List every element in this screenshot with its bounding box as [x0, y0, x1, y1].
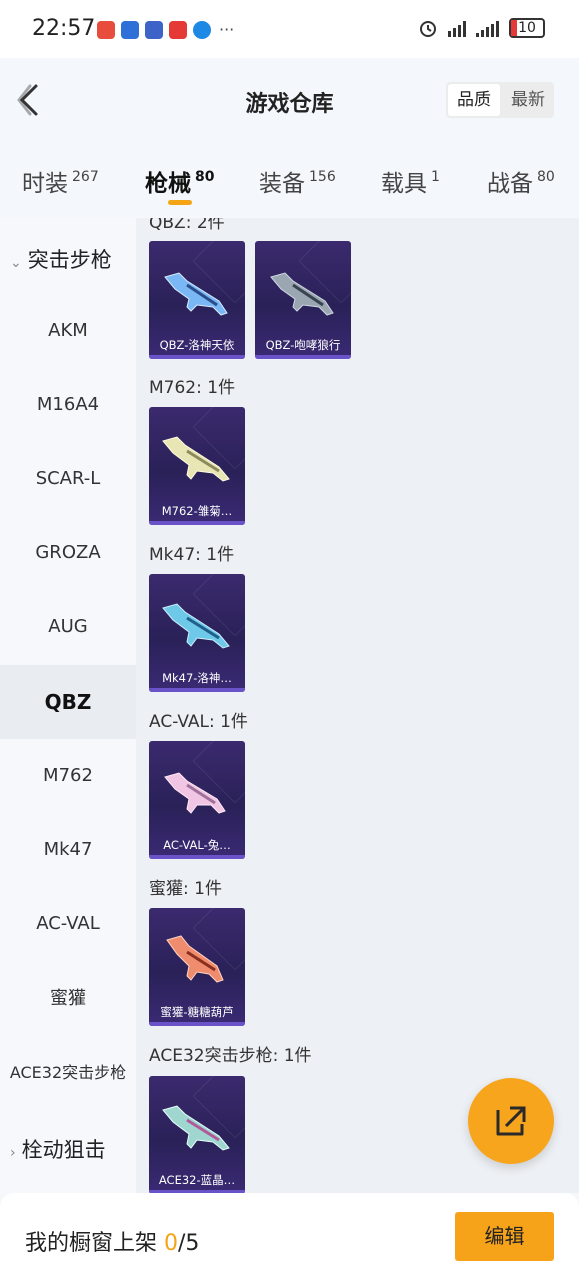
active-tab-indicator [168, 200, 192, 205]
sidebar-item-m762[interactable]: M762 [0, 739, 136, 813]
chevron-down-icon: ⌄ [10, 255, 22, 271]
showcase-status: 我的橱窗上架 0/5 [25, 1231, 200, 1256]
notification-app-icon [145, 20, 163, 39]
tab-count: 80 [195, 169, 215, 185]
section-title: M762: 1件 [149, 378, 236, 398]
notification-icons: ··· [97, 20, 234, 39]
weapon-card[interactable]: 蜜獾-糖糖葫芦 [149, 908, 245, 1026]
tab-fashion[interactable]: 时装 267 [22, 164, 99, 198]
section-title: AC-VAL: 1件 [149, 712, 248, 732]
sort-toggle: 品质 最新 [446, 82, 554, 118]
signal-icon [476, 19, 499, 37]
tab-count: 156 [309, 169, 336, 185]
app-header: 游戏仓库 品质 最新 [0, 58, 579, 144]
weapon-card-label: QBZ-洛神天依 [159, 338, 235, 352]
sidebar-item-ace32[interactable]: ACE32突击步枪 [0, 1036, 136, 1110]
rifle-skin-icon [270, 272, 334, 316]
chevron-right-icon: › [10, 1145, 16, 1161]
share-icon [496, 1106, 526, 1136]
notification-app-icon [193, 20, 211, 39]
weapon-card[interactable]: ACE32-蓝晶… [149, 1076, 245, 1193]
status-bar: 22:57 ··· 10 [0, 0, 579, 58]
edit-button[interactable]: 编辑 [455, 1212, 554, 1261]
sidebar-group-bolt-action[interactable]: › 栓动狙击 [10, 1134, 106, 1164]
sidebar-item-aug[interactable]: AUG [0, 590, 136, 664]
showcase-count: 0 [164, 1231, 179, 1256]
system-status: 10 [418, 18, 545, 38]
sort-quality-button[interactable]: 品质 [448, 84, 500, 116]
share-button[interactable] [468, 1078, 554, 1164]
section-title: ACE32突击步枪: 1件 [149, 1046, 312, 1066]
showcase-footer: 我的橱窗上架 0/5 编辑 [0, 1193, 579, 1280]
signal-icon [448, 19, 466, 37]
weapon-card[interactable]: QBZ-咆哮狼行 [255, 241, 351, 359]
battery-icon: 10 [509, 18, 545, 38]
sidebar-item-honey-badger[interactable]: 蜜獾 [0, 962, 136, 1036]
weapon-card-label: AC-VAL-兔… [163, 838, 231, 852]
weapon-category-sidebar: ⌄ 突击步枪 AKM M16A4 SCAR-L GROZA AUG QBZ M76… [0, 218, 136, 1193]
tab-equipment[interactable]: 装备 156 [259, 164, 336, 198]
sidebar-item-ac-val[interactable]: AC-VAL [0, 887, 136, 961]
category-tabs: 时装 267 枪械 80 装备 156 载具 1 战备 80 [0, 144, 579, 218]
weapon-card[interactable]: AC-VAL-兔… [149, 741, 245, 859]
sidebar-item-mk47[interactable]: Mk47 [0, 813, 136, 887]
status-time: 22:57 [32, 16, 96, 41]
rifle-skin-icon [162, 436, 230, 482]
tab-guns[interactable]: 枪械 80 [145, 164, 214, 198]
tab-count: 80 [537, 169, 555, 185]
showcase-total: /5 [178, 1231, 200, 1256]
more-notifications-icon: ··· [219, 20, 235, 39]
weapon-card[interactable]: QBZ-洛神天依 [149, 241, 245, 359]
section-title: Mk47: 1件 [149, 545, 235, 565]
rifle-skin-icon [162, 603, 230, 649]
rifle-skin-icon [162, 1105, 230, 1151]
sidebar-item-groza[interactable]: GROZA [0, 516, 136, 590]
sidebar-item-akm[interactable]: AKM [0, 294, 136, 368]
notification-app-icon [97, 20, 115, 39]
weapon-card[interactable]: Mk47-洛神… [149, 574, 245, 692]
weapon-card-label: QBZ-咆哮狼行 [265, 338, 341, 352]
section-title: QBZ: 2件 [149, 218, 225, 233]
weapon-card-label: 蜜獾-糖糖葫芦 [160, 1005, 234, 1019]
weapon-card-label: Mk47-洛神… [162, 671, 232, 685]
section-title: 蜜獾: 1件 [149, 879, 222, 899]
notification-app-icon [169, 20, 187, 39]
notification-app-icon [121, 20, 139, 39]
rifle-skin-icon [164, 772, 226, 814]
rifle-skin-icon [166, 935, 224, 983]
tab-supplies[interactable]: 战备 80 [487, 164, 555, 198]
weapon-card-label: ACE32-蓝晶… [158, 1173, 236, 1187]
sort-latest-button[interactable]: 最新 [502, 82, 554, 118]
tab-count: 267 [72, 169, 99, 185]
battery-level: 10 [518, 20, 536, 36]
sidebar-item-m16a4[interactable]: M16A4 [0, 368, 136, 442]
weapon-card-label: M762-雏菊… [161, 504, 233, 518]
tab-vehicles[interactable]: 载具 1 [381, 164, 440, 198]
tab-count: 1 [431, 169, 440, 185]
sidebar-item-qbz[interactable]: QBZ [0, 665, 136, 739]
weapon-card[interactable]: M762-雏菊… [149, 407, 245, 525]
alarm-icon [420, 21, 436, 37]
sidebar-item-scar-l[interactable]: SCAR-L [0, 442, 136, 516]
weapon-list: QBZ: 2件 QBZ-洛神天依 QBZ-咆哮狼行 M762: 1件 M762-… [136, 218, 579, 1193]
sidebar-group-assault-rifles[interactable]: ⌄ 突击步枪 [10, 244, 112, 274]
rifle-skin-icon [164, 272, 228, 316]
